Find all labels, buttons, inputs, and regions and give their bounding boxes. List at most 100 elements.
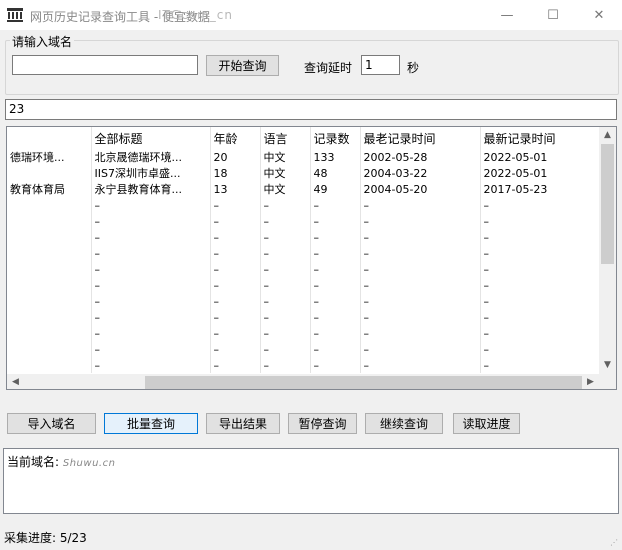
title-watermark: ITGcom_cn — [158, 8, 233, 22]
column-header[interactable]: 年龄 — [210, 127, 261, 149]
table-cell: – — [310, 293, 361, 309]
results-grid[interactable]: 全部标题 年龄 语言 记录数 最老记录时间 最新记录时间 德瑞环境... 北京晟德瑞环境..… — [6, 126, 617, 390]
delay-unit-label: 秒 — [407, 61, 420, 75]
table-cell: – — [480, 197, 601, 213]
domain-input[interactable] — [12, 55, 198, 75]
table-cell: 2022-05-01 — [480, 149, 601, 165]
column-header[interactable]: 记录数 — [310, 127, 361, 149]
table-cell: 2004-03-22 — [360, 165, 481, 181]
table-cell: – — [260, 261, 311, 277]
table-row[interactable]: – – – – – – — [7, 357, 601, 373]
table-row[interactable]: – – – – – – — [7, 229, 601, 245]
table-cell: 2017-05-23 — [480, 181, 601, 197]
table-cell: – — [260, 277, 311, 293]
maximize-button[interactable]: ☐ — [530, 0, 576, 30]
continue-query-button[interactable]: 继续查询 — [365, 413, 443, 434]
table-cell — [7, 245, 92, 261]
log-textarea[interactable]: 当前域名: Shuwu.cn — [3, 448, 619, 514]
filter-input[interactable]: 23 — [5, 99, 617, 120]
table-cell: 133 — [310, 149, 361, 165]
table-row[interactable]: – – – – – – — [7, 293, 601, 309]
table-cell: – — [91, 341, 211, 357]
resize-grip-icon[interactable]: ⋰ — [610, 538, 620, 548]
scroll-down-icon[interactable]: ▼ — [599, 357, 616, 374]
table-cell — [7, 229, 92, 245]
table-cell: – — [210, 245, 261, 261]
table-row[interactable]: – – – – – – — [7, 325, 601, 341]
table-row[interactable]: – – – – – – — [7, 309, 601, 325]
table-cell: IIS7深圳市卓盛... — [91, 165, 211, 181]
table-cell: 中文 — [260, 149, 311, 165]
horizontal-scroll-thumb[interactable] — [145, 376, 582, 389]
table-cell: – — [260, 197, 311, 213]
table-row[interactable]: 德瑞环境... 北京晟德瑞环境... 20 中文 133 2002-05-28 2022-0… — [7, 149, 601, 165]
table-cell: – — [310, 325, 361, 341]
table-cell: 18 — [210, 165, 261, 181]
column-header[interactable] — [7, 127, 92, 149]
table-cell — [7, 213, 92, 229]
batch-query-button[interactable]: 批量查询 — [104, 413, 198, 434]
table-cell — [7, 341, 92, 357]
table-cell: 中文 — [260, 165, 311, 181]
table-cell: – — [480, 229, 601, 245]
column-header[interactable]: 最新记录时间 — [480, 127, 601, 149]
table-cell — [7, 261, 92, 277]
table-row[interactable]: – – – – – – — [7, 245, 601, 261]
table-cell — [7, 309, 92, 325]
table-cell: 20 — [210, 149, 261, 165]
table-cell: – — [360, 357, 481, 373]
table-cell: – — [210, 277, 261, 293]
table-cell: – — [210, 213, 261, 229]
table-row[interactable]: – – – – – – — [7, 277, 601, 293]
current-domain-label: 当前域名: — [7, 455, 60, 469]
horizontal-scrollbar[interactable]: ◀ ▶ — [7, 374, 616, 389]
vertical-scrollbar[interactable]: ▲ ▼ — [599, 127, 616, 374]
table-cell: – — [310, 197, 361, 213]
table-cell: 教育体育局 — [7, 181, 92, 197]
table-row[interactable]: – – – – – – — [7, 341, 601, 357]
table-cell — [7, 165, 92, 181]
table-row[interactable]: IIS7深圳市卓盛... 18 中文 48 2004-03-22 2022-05-01 — [7, 165, 601, 181]
close-button[interactable]: ✕ — [576, 0, 622, 30]
table-row[interactable]: 教育体育局 永宁县教育体育... 13 中文 49 2004-05-20 2017-05-2… — [7, 181, 601, 197]
table-cell: – — [480, 277, 601, 293]
table-row[interactable]: – – – – – – — [7, 197, 601, 213]
table-cell: – — [360, 245, 481, 261]
table-cell: – — [480, 213, 601, 229]
column-header[interactable]: 语言 — [260, 127, 311, 149]
table-cell: – — [360, 197, 481, 213]
table-cell: – — [260, 213, 311, 229]
table-cell: – — [210, 293, 261, 309]
table-cell: – — [480, 309, 601, 325]
table-cell — [7, 293, 92, 309]
table-cell: – — [91, 213, 211, 229]
column-header[interactable]: 全部标题 — [91, 127, 211, 149]
table-cell: – — [310, 261, 361, 277]
minimize-button[interactable]: — — [484, 0, 530, 30]
column-header[interactable]: 最老记录时间 — [360, 127, 481, 149]
export-results-button[interactable]: 导出结果 — [206, 413, 280, 434]
table-row[interactable]: – – – – – – — [7, 261, 601, 277]
delay-input[interactable]: 1 — [361, 55, 400, 75]
table-cell: – — [91, 277, 211, 293]
delay-label: 查询延时 — [304, 61, 353, 75]
vertical-scroll-thumb[interactable] — [601, 144, 614, 264]
table-cell — [7, 197, 92, 213]
table-cell: – — [310, 277, 361, 293]
import-domains-button[interactable]: 导入域名 — [7, 413, 96, 434]
read-progress-button[interactable]: 读取进度 — [453, 413, 520, 434]
table-cell: 49 — [310, 181, 361, 197]
table-cell: – — [91, 197, 211, 213]
group-title: 请输入域名 — [10, 33, 75, 50]
start-query-button[interactable]: 开始查询 — [206, 55, 279, 76]
table-cell: – — [480, 293, 601, 309]
scroll-right-icon[interactable]: ▶ — [582, 374, 599, 389]
table-cell: – — [91, 229, 211, 245]
scroll-up-icon[interactable]: ▲ — [599, 127, 616, 144]
table-cell: 北京晟德瑞环境... — [91, 149, 211, 165]
table-row[interactable]: – – – – – – — [7, 213, 601, 229]
table-cell: – — [210, 341, 261, 357]
scroll-left-icon[interactable]: ◀ — [7, 374, 24, 389]
pause-query-button[interactable]: 暂停查询 — [288, 413, 357, 434]
table-cell: – — [360, 277, 481, 293]
